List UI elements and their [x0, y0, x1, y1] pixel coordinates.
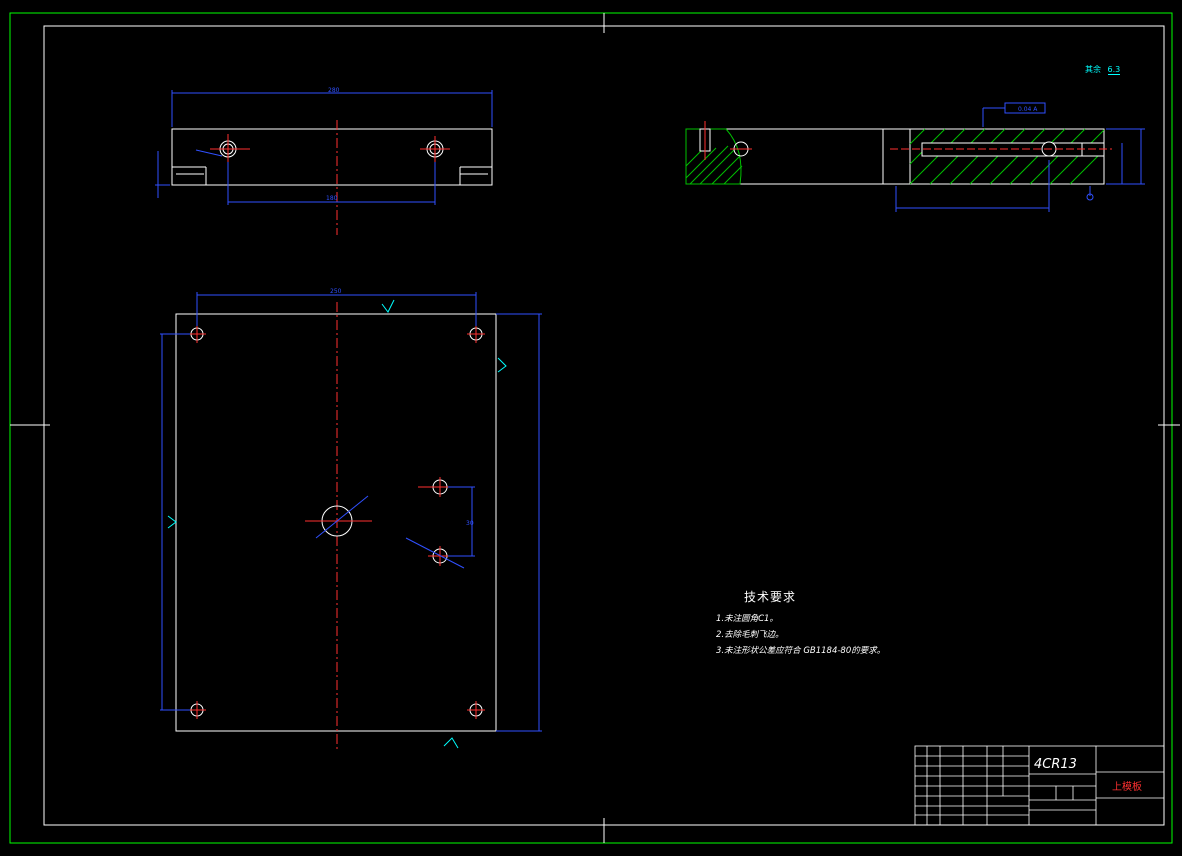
requirement-item: 1.未注圆角C1。 [716, 614, 778, 624]
title-block-material: 4CR13 [1034, 757, 1077, 772]
title-block-part-name: 上模板 [1112, 782, 1142, 793]
svg-text:280: 280 [328, 87, 340, 94]
requirement-item: 2.去除毛刺飞边。 [716, 630, 784, 640]
centering-marks [10, 13, 1180, 843]
technical-requirements-title: 技术要求 [744, 590, 797, 604]
roughness-prefix: 其余 [1085, 65, 1101, 74]
requirement-item: 3.未注形状公差应符合 GB1184-80的要求。 [716, 646, 886, 656]
svg-text:250: 250 [330, 288, 342, 295]
svg-text:180: 180 [326, 195, 338, 202]
svg-text:0.04 A: 0.04 A [1018, 106, 1038, 113]
technical-requirements: 技术要求 1.未注圆角C1。 2.去除毛刺飞边。 3.未注形状公差应符合 GB1… [716, 588, 885, 659]
front-view: 280 180 [155, 87, 493, 235]
outer-sheet-border [9, 12, 1173, 844]
roughness-value: 6.3 [1107, 65, 1121, 75]
drawing-sheet: 280 180 250 30 0.04 A [9, 12, 1180, 844]
plan-view: 250 30 [160, 288, 542, 752]
svg-text:30: 30 [466, 520, 474, 527]
section-view: 0.04 A [685, 102, 1145, 212]
general-roughness-note: 其余 6.3 [1085, 64, 1121, 75]
